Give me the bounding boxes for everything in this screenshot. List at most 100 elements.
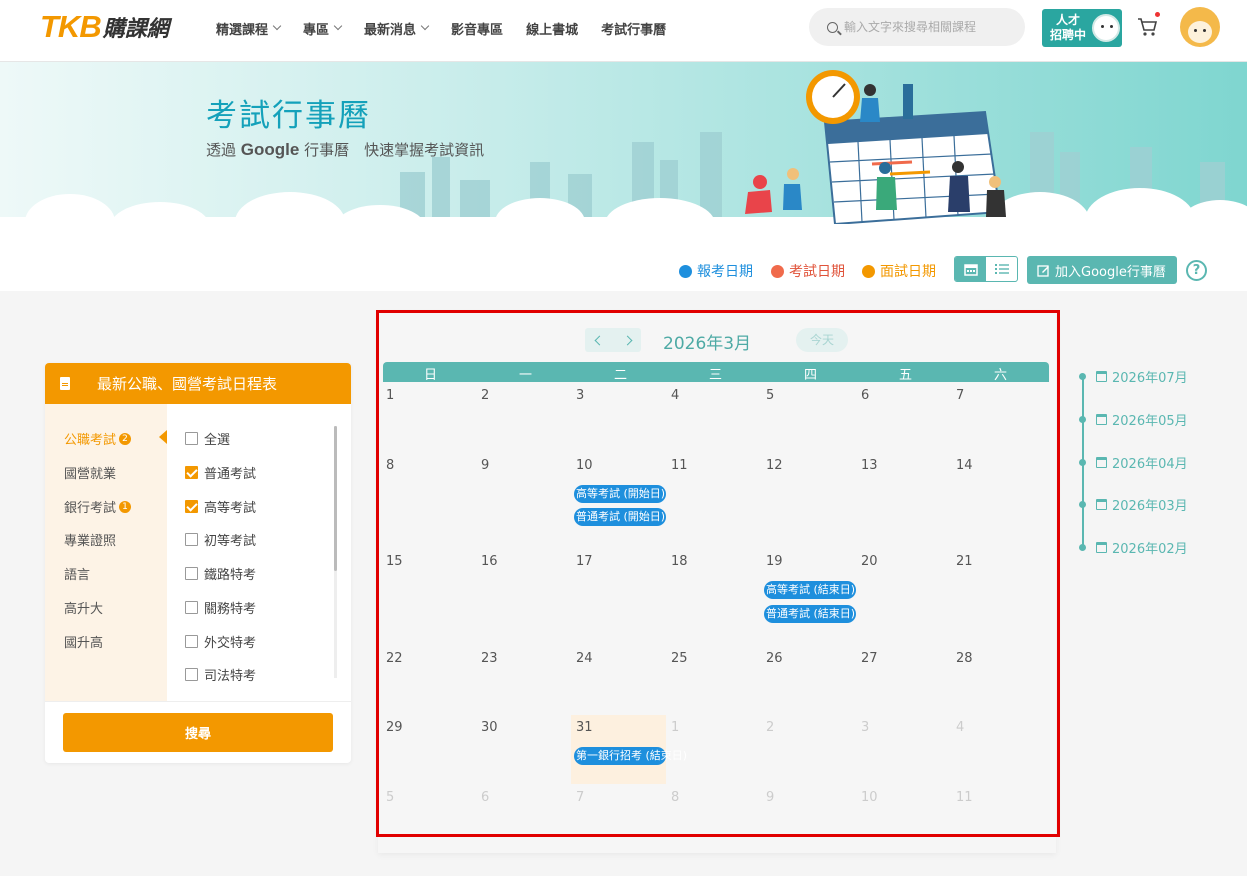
category-high-to-college[interactable]: 高升大 bbox=[64, 598, 103, 617]
day-cell[interactable]: 8 bbox=[386, 458, 394, 473]
day-cell[interactable]: 10 bbox=[576, 458, 593, 473]
day-cell[interactable]: 19 bbox=[766, 554, 783, 569]
option-select-all[interactable]: 全選 bbox=[185, 429, 230, 448]
day-cell[interactable]: 13 bbox=[861, 458, 878, 473]
checkbox[interactable] bbox=[185, 432, 198, 445]
option-senior-exam[interactable]: 高等考試 bbox=[185, 497, 256, 516]
nav-video[interactable]: 影音專區 bbox=[451, 19, 503, 38]
day-cell[interactable]: 18 bbox=[671, 554, 688, 569]
day-cell[interactable]: 14 bbox=[956, 458, 973, 473]
day-cell[interactable]: 22 bbox=[386, 651, 403, 666]
category-bank-exam[interactable]: 銀行考試 1 bbox=[64, 497, 132, 516]
calendar-view-button[interactable] bbox=[955, 257, 986, 281]
day-cell[interactable]: 2 bbox=[481, 388, 489, 403]
day-cell-next-month[interactable]: 3 bbox=[861, 720, 869, 735]
day-cell[interactable]: 17 bbox=[576, 554, 593, 569]
day-cell[interactable]: 28 bbox=[956, 651, 973, 666]
nav-featured-courses[interactable]: 精選課程 bbox=[216, 19, 282, 38]
legend-exam: 考試日期 bbox=[771, 261, 845, 281]
day-cell[interactable]: 9 bbox=[481, 458, 489, 473]
recruit-banner-button[interactable]: 人才 招聘中 bbox=[1042, 9, 1122, 47]
day-cell-next-month[interactable]: 11 bbox=[956, 790, 973, 805]
nav-exam-calendar[interactable]: 考試行事曆 bbox=[601, 19, 666, 38]
option-elementary-exam[interactable]: 初等考試 bbox=[185, 530, 256, 549]
day-cell[interactable]: 6 bbox=[861, 388, 869, 403]
day-cell[interactable]: 4 bbox=[671, 388, 679, 403]
timeline-month[interactable]: 2026年05月 bbox=[1079, 410, 1188, 429]
option-diplomatic-exam[interactable]: 外交特考 bbox=[185, 632, 256, 651]
timeline-month[interactable]: 2026年04月 bbox=[1079, 453, 1188, 472]
category-state-enterprise[interactable]: 國營就業 bbox=[64, 463, 116, 482]
nav-label: 專區 bbox=[303, 22, 330, 38]
add-google-calendar-button[interactable]: 加入Google行事曆 bbox=[1027, 256, 1177, 284]
checkbox[interactable] bbox=[185, 533, 198, 546]
help-icon[interactable]: ? bbox=[1186, 260, 1207, 281]
day-cell[interactable]: 26 bbox=[766, 651, 783, 666]
search-input[interactable] bbox=[844, 20, 1014, 34]
day-cell[interactable]: 7 bbox=[956, 388, 964, 403]
checkbox[interactable] bbox=[185, 668, 198, 681]
checkbox[interactable] bbox=[185, 601, 198, 614]
option-railway-exam[interactable]: 鐵路特考 bbox=[185, 564, 256, 583]
calendar-event[interactable]: 普通考試 (結束日) bbox=[764, 605, 856, 623]
calendar-event[interactable]: 高等考試 (開始日) bbox=[574, 485, 666, 503]
checkbox[interactable] bbox=[185, 567, 198, 580]
day-cell-next-month[interactable]: 4 bbox=[956, 720, 964, 735]
day-cell-next-month[interactable]: 5 bbox=[386, 790, 394, 805]
day-cell-next-month[interactable]: 8 bbox=[671, 790, 679, 805]
next-month-button[interactable] bbox=[613, 328, 641, 352]
day-cell-next-month[interactable]: 1 bbox=[671, 720, 679, 735]
option-customs-exam[interactable]: 關務特考 bbox=[185, 598, 256, 617]
checklist-scrollbar[interactable] bbox=[334, 426, 337, 678]
day-cell[interactable]: 3 bbox=[576, 388, 584, 403]
site-logo[interactable]: TKB 購課網 bbox=[40, 9, 169, 44]
day-cell[interactable]: 29 bbox=[386, 720, 403, 735]
option-judicial-exam[interactable]: 司法特考 bbox=[185, 665, 256, 684]
day-cell[interactable]: 12 bbox=[766, 458, 783, 473]
checkbox-checked[interactable] bbox=[185, 500, 198, 513]
timeline-month[interactable]: 2026年03月 bbox=[1079, 495, 1188, 514]
nav-news[interactable]: 最新消息 bbox=[364, 19, 430, 38]
day-cell-next-month[interactable]: 6 bbox=[481, 790, 489, 805]
day-cell[interactable]: 20 bbox=[861, 554, 878, 569]
prev-month-button[interactable] bbox=[585, 328, 613, 352]
category-civil-service[interactable]: 公職考試 2 bbox=[64, 429, 132, 448]
day-cell[interactable]: 16 bbox=[481, 554, 498, 569]
day-cell[interactable]: 15 bbox=[386, 554, 403, 569]
timeline-month[interactable]: 2026年02月 bbox=[1079, 538, 1188, 557]
day-cell[interactable]: 25 bbox=[671, 651, 688, 666]
day-cell-next-month[interactable]: 7 bbox=[576, 790, 584, 805]
search-button[interactable]: 搜尋 bbox=[63, 713, 333, 752]
calendar-event[interactable]: 普通考試 (開始日) bbox=[574, 508, 666, 526]
day-cell[interactable]: 11 bbox=[671, 458, 688, 473]
timeline-month[interactable]: 2026年07月 bbox=[1079, 367, 1188, 386]
user-avatar[interactable] bbox=[1180, 7, 1220, 47]
category-certificate[interactable]: 專業證照 bbox=[64, 530, 116, 549]
list-view-button[interactable] bbox=[986, 257, 1017, 281]
scrollbar-thumb[interactable] bbox=[334, 426, 337, 571]
checkbox-checked[interactable] bbox=[185, 466, 198, 479]
nav-zone[interactable]: 專區 bbox=[303, 19, 343, 38]
day-cell[interactable]: 5 bbox=[766, 388, 774, 403]
legend-label: 考試日期 bbox=[789, 264, 845, 280]
checkbox[interactable] bbox=[185, 635, 198, 648]
category-language[interactable]: 語言 bbox=[64, 564, 90, 583]
calendar-event[interactable]: 高等考試 (結束日) bbox=[764, 581, 856, 599]
nav-bookstore[interactable]: 線上書城 bbox=[526, 19, 578, 38]
day-cell[interactable]: 30 bbox=[481, 720, 498, 735]
today-button[interactable]: 今天 bbox=[796, 328, 848, 352]
day-cell-next-month[interactable]: 10 bbox=[861, 790, 878, 805]
cart-icon[interactable] bbox=[1137, 16, 1159, 38]
day-cell-today[interactable]: 31 bbox=[576, 720, 593, 735]
day-cell[interactable]: 21 bbox=[956, 554, 973, 569]
day-cell-next-month[interactable]: 2 bbox=[766, 720, 774, 735]
day-cell[interactable]: 24 bbox=[576, 651, 593, 666]
day-cell[interactable]: 27 bbox=[861, 651, 878, 666]
weekday-label: 六 bbox=[993, 368, 1007, 383]
option-general-exam[interactable]: 普通考試 bbox=[185, 463, 256, 482]
day-cell-next-month[interactable]: 9 bbox=[766, 790, 774, 805]
day-cell[interactable]: 23 bbox=[481, 651, 498, 666]
calendar-event[interactable]: 第一銀行招考 (結束日) bbox=[574, 747, 687, 765]
day-cell[interactable]: 1 bbox=[386, 388, 394, 403]
category-junior-to-high[interactable]: 國升高 bbox=[64, 632, 103, 651]
